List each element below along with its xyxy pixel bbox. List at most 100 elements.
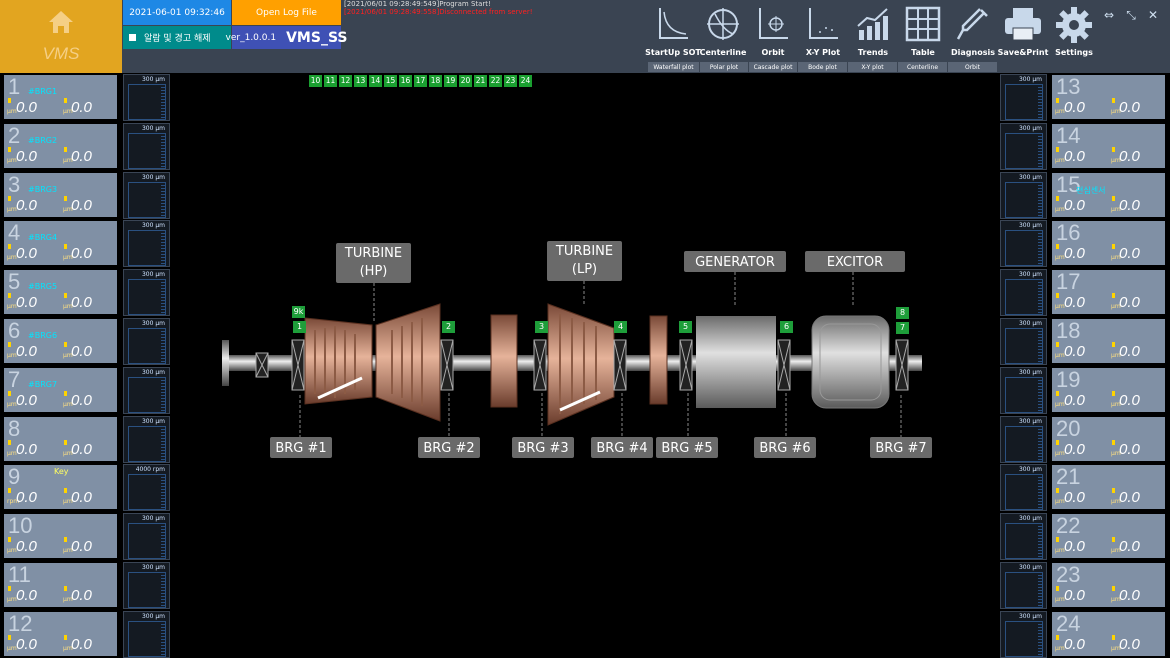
diagnosis-icon <box>956 8 988 40</box>
table-button[interactable]: Table <box>898 6 948 60</box>
channel-tab-22[interactable]: 22 <box>489 75 502 87</box>
turbine-hp-label[interactable]: TURBINE (HP) <box>336 243 411 283</box>
bearing-label-1[interactable]: BRG #1 <box>270 437 332 458</box>
channel-value: 0.0 <box>16 245 37 263</box>
bearing-label-4[interactable]: BRG #4 <box>591 437 653 458</box>
channel-tab-18[interactable]: 18 <box>429 75 442 87</box>
channel-card-3[interactable]: 3 #BRG3 μm 0.0 μm 0.0 <box>4 172 117 217</box>
channel-tab-10[interactable]: 10 <box>309 75 322 87</box>
channel-tab-16[interactable]: 16 <box>399 75 412 87</box>
channel-card-21[interactable]: 21 μm 0.0 μm 0.0 <box>1052 464 1165 510</box>
channel-card-15[interactable]: 15 편심센서 μm 0.0 μm 0.0 <box>1052 172 1165 217</box>
channel-value: 0.0 <box>16 196 37 214</box>
sensor-badge[interactable]: 8 <box>896 307 909 319</box>
close-icon[interactable]: ✕ <box>1144 6 1162 24</box>
bar-gauge: 300 μm <box>123 318 170 365</box>
alarm-checkbox[interactable] <box>129 34 136 41</box>
status-dot <box>1056 98 1059 103</box>
channel-tab-17[interactable]: 17 <box>414 75 427 87</box>
channel-card-4[interactable]: 4 #BRG4 μm 0.0 μm 0.0 <box>4 220 117 266</box>
polar-plot-button[interactable]: Polar plot <box>700 62 748 72</box>
open-log-button[interactable]: Open Log File <box>232 0 341 25</box>
sensor-badge[interactable]: 4 <box>614 321 627 333</box>
restore-icon[interactable]: ⇔ <box>1100 6 1118 24</box>
channel-tab-21[interactable]: 21 <box>474 75 487 87</box>
channel-card-9[interactable]: 9 Key rpm 0.0 μm 0.0 <box>4 464 117 510</box>
bearing-icon <box>255 352 269 378</box>
sensor-badge[interactable]: 2 <box>442 321 455 333</box>
bar-gauge: 300 μm <box>123 513 170 561</box>
channel-card-12[interactable]: 12 μm 0.0 μm 0.0 <box>4 611 117 656</box>
excitor-label-text: EXCITOR <box>826 255 884 270</box>
bearing-label-7[interactable]: BRG #7 <box>870 437 932 458</box>
xy-plot-button[interactable]: X-Y Plot <box>798 6 848 60</box>
gauge-ticks <box>1038 132 1043 169</box>
generator-label[interactable]: GENERATOR <box>684 251 786 272</box>
channel-card-23[interactable]: 23 μm 0.0 μm 0.0 <box>1052 562 1165 607</box>
diagnosis-button[interactable]: Diagnosis <box>948 6 998 60</box>
channel-tab-14[interactable]: 14 <box>369 75 382 87</box>
channel-tab-11[interactable]: 11 <box>324 75 337 87</box>
channel-number: 4 <box>8 220 21 246</box>
channel-card-1[interactable]: 1 #BRG1 μm 0.0 μm 0.0 <box>4 74 117 119</box>
channel-card-11[interactable]: 11 μm 0.0 μm 0.0 <box>4 562 117 607</box>
centerline-button[interactable]: Centerline <box>698 6 748 60</box>
minimize-icon[interactable]: ⤡ <box>1122 6 1140 24</box>
centerline-sub-button[interactable]: Centerline <box>898 62 947 72</box>
bearing-label-3[interactable]: BRG #3 <box>512 437 574 458</box>
waterfall-plot-button[interactable]: Waterfall plot <box>648 62 699 72</box>
excitor-label[interactable]: EXCITOR <box>805 251 905 272</box>
channel-card-13[interactable]: 13 μm 0.0 μm 0.0 <box>1052 74 1165 119</box>
channel-tab-20[interactable]: 20 <box>459 75 472 87</box>
home-button[interactable]: VMS <box>0 0 122 73</box>
channel-card-18[interactable]: 18 μm 0.0 μm 0.0 <box>1052 318 1165 363</box>
turbine-lp-label[interactable]: TURBINE (LP) <box>547 241 622 281</box>
channel-card-10[interactable]: 10 μm 0.0 μm 0.0 <box>4 513 117 559</box>
channel-tab-15[interactable]: 15 <box>384 75 397 87</box>
channel-card-16[interactable]: 16 μm 0.0 μm 0.0 <box>1052 220 1165 266</box>
sensor-badge[interactable]: 7 <box>896 322 909 334</box>
status-dot <box>1112 146 1115 152</box>
channel-card-14[interactable]: 14 μm 0.0 μm 0.0 <box>1052 123 1165 168</box>
channel-card-19[interactable]: 19 μm 0.0 μm 0.0 <box>1052 367 1165 412</box>
startup-sot-button[interactable]: StartUp SOT <box>645 6 701 60</box>
sensor-badge[interactable]: 6 <box>780 321 793 333</box>
channel-card-17[interactable]: 17 μm 0.0 μm 0.0 <box>1052 269 1165 315</box>
bode-plot-button[interactable]: Bode plot <box>798 62 847 72</box>
bearing-label-2-text: BRG #2 <box>423 441 475 456</box>
channel-card-8[interactable]: 8 μm 0.0 μm 0.0 <box>4 416 117 461</box>
channel-tab-13[interactable]: 13 <box>354 75 367 87</box>
gauge-scale: 300 μm <box>141 417 165 425</box>
channel-card-6[interactable]: 6 #BRG6 μm 0.0 μm 0.0 <box>4 318 117 363</box>
channel-card-20[interactable]: 20 μm 0.0 μm 0.0 <box>1052 416 1165 461</box>
sensor-badge[interactable]: 3 <box>535 321 548 333</box>
status-dot <box>1112 586 1115 591</box>
trends-button[interactable]: Trends <box>848 6 898 60</box>
channel-card-22[interactable]: 22 μm 0.0 μm 0.0 <box>1052 513 1165 559</box>
bearing-label-5[interactable]: BRG #5 <box>656 437 718 458</box>
channel-tab-23[interactable]: 23 <box>504 75 517 87</box>
xy-plot-sub-button[interactable]: X-Y plot <box>848 62 897 72</box>
orbit-button[interactable]: Orbit <box>748 6 798 60</box>
bearing-label-6[interactable]: BRG #6 <box>754 437 816 458</box>
settings-button[interactable]: Settings <box>1049 6 1099 60</box>
channel-card-2[interactable]: 2 #BRG2 μm 0.0 μm 0.0 <box>4 123 117 168</box>
orbit-sub-button[interactable]: Orbit <box>948 62 997 72</box>
status-dot <box>1056 537 1059 543</box>
channel-tab-19[interactable]: 19 <box>444 75 457 87</box>
sensor-badge[interactable]: 1 <box>293 321 306 333</box>
channel-tab-12[interactable]: 12 <box>339 75 352 87</box>
save-print-button[interactable]: Save&Print <box>998 6 1048 60</box>
printer-icon <box>1005 8 1041 41</box>
channel-card-24[interactable]: 24 μm 0.0 μm 0.0 <box>1052 611 1165 656</box>
sensor-badge[interactable]: 5 <box>679 321 692 333</box>
bearing-label-2[interactable]: BRG #2 <box>418 437 480 458</box>
channel-number: 1 <box>8 74 21 99</box>
channel-tab-24[interactable]: 24 <box>519 75 532 87</box>
alarm-reset-button[interactable]: 알람 및 경고 해제 <box>123 26 231 49</box>
cascade-plot-button[interactable]: Cascade plot <box>749 62 797 72</box>
channel-card-5[interactable]: 5 #BRG5 μm 0.0 μm 0.0 <box>4 269 117 315</box>
sensor-badge[interactable]: 9k <box>292 306 305 318</box>
status-dot <box>8 634 11 640</box>
channel-card-7[interactable]: 7 #BRG7 μm 0.0 μm 0.0 <box>4 367 117 412</box>
